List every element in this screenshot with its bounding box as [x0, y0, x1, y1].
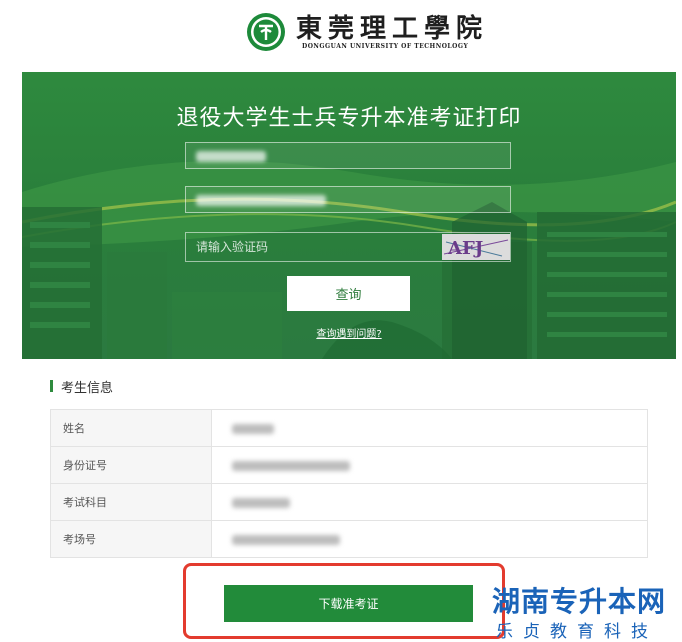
captcha-input[interactable] [186, 233, 426, 261]
row-value [211, 409, 648, 447]
table-row: 考试科目 [50, 483, 648, 521]
redacted-value [196, 151, 266, 162]
university-name: 東莞理工學院 [296, 14, 489, 44]
table-row: 身份证号 [50, 446, 648, 484]
section-marker [50, 380, 53, 392]
candidate-info-table: 姓名 身份证号 考试科目 考场号 [50, 409, 648, 558]
row-label: 考场号 [50, 520, 212, 558]
row-value [211, 483, 648, 521]
watermark-title: 湖南专升本网 [492, 585, 667, 618]
table-row: 姓名 [50, 409, 648, 447]
watermark-char: 技 [631, 622, 648, 642]
watermark-subtitle: 乐贞教育科技 [491, 617, 653, 642]
page-title: 退役大学生士兵专升本准考证打印 [176, 106, 522, 131]
redacted-value [196, 195, 326, 206]
watermark-char: 科 [604, 622, 621, 642]
watermark-char: 育 [577, 622, 594, 642]
id-number-field[interactable] [185, 186, 511, 213]
table-row: 考场号 [50, 520, 648, 558]
university-seal-logo [247, 13, 285, 51]
watermark-char: 乐 [496, 622, 513, 642]
row-label: 考试科目 [50, 483, 212, 521]
captcha-image[interactable]: AFJ [442, 234, 510, 260]
row-label: 身份证号 [50, 446, 212, 484]
query-button[interactable]: 查询 [287, 276, 410, 311]
watermark-char: 贞 [523, 622, 540, 642]
watermark-char: 教 [550, 622, 567, 642]
page-header: 東莞理工學院 DONGGUAN UNIVERSITY OF TECHNOLOGY [0, 0, 682, 62]
university-english-name: DONGGUAN UNIVERSITY OF TECHNOLOGY [302, 43, 469, 50]
download-admission-ticket-button[interactable]: 下载准考证 [224, 585, 473, 622]
row-value [211, 520, 648, 558]
section-title: 考生信息 [61, 381, 114, 396]
row-label: 姓名 [50, 409, 212, 447]
help-link[interactable]: 查询遇到问题? [22, 325, 676, 340]
captcha-text: AFJ [447, 238, 483, 259]
captcha-field: AFJ [185, 232, 511, 262]
row-value [211, 446, 648, 484]
login-banner: 退役大学生士兵专升本准考证打印 AFJ 查询 查询遇到问题? [22, 72, 676, 359]
username-field[interactable] [185, 142, 511, 169]
